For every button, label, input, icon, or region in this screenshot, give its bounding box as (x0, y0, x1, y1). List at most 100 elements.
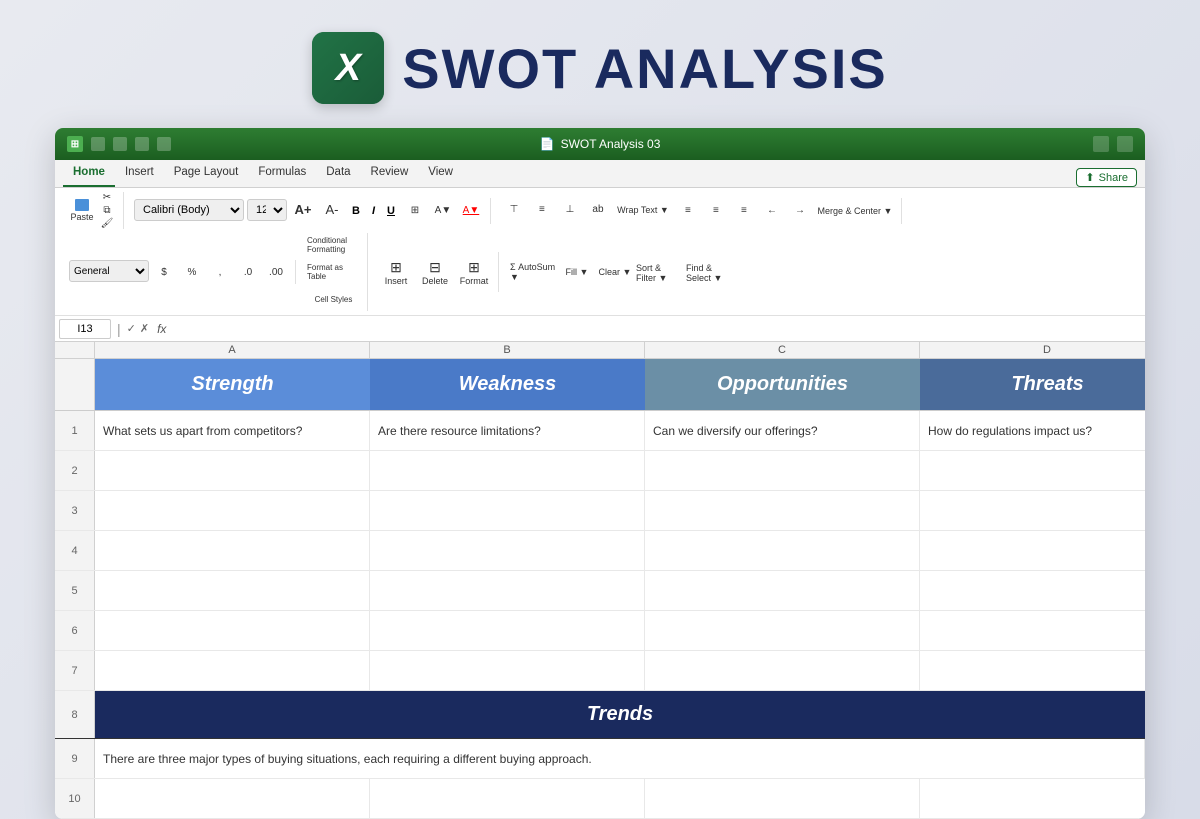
row-10-a[interactable] (95, 779, 370, 818)
cell-d-7[interactable] (920, 651, 1145, 690)
title-bar-title: 📄 SWOT Analysis 03 (540, 137, 661, 151)
cell-b-4[interactable] (370, 531, 645, 570)
row-9: 9 There are three major types of buying … (55, 739, 1145, 779)
currency-button[interactable]: $ (151, 260, 177, 284)
cell-c-3[interactable] (645, 491, 920, 530)
clear-button[interactable]: Clear ▼ (597, 260, 633, 284)
undo-button[interactable] (113, 137, 127, 151)
format-painter-button[interactable]: 🖌 (97, 218, 117, 229)
cell-b-3[interactable] (370, 491, 645, 530)
table-row: 4 (55, 531, 1145, 571)
number-format-select[interactable]: General (69, 260, 149, 282)
tab-review[interactable]: Review (361, 159, 419, 187)
search-button[interactable] (1093, 136, 1109, 152)
cell-d-4[interactable] (920, 531, 1145, 570)
row-10-b[interactable] (370, 779, 645, 818)
align-bottom-button[interactable]: ⊥ (557, 198, 583, 222)
trends-label: Trends (587, 703, 653, 726)
increase-font-button[interactable]: A+ (290, 198, 316, 222)
save-button[interactable] (91, 137, 105, 151)
delete-button[interactable]: ⊟Delete (417, 252, 453, 292)
cell-a-3[interactable] (95, 491, 370, 530)
conditional-formatting-button[interactable]: Conditional Formatting (306, 233, 361, 257)
cell-d-2[interactable] (920, 451, 1145, 490)
redo-button[interactable] (135, 137, 149, 151)
italic-button[interactable]: I (367, 200, 380, 222)
cell-a-5[interactable] (95, 571, 370, 610)
cell-reference-input[interactable] (59, 319, 111, 339)
row-10-d[interactable] (920, 779, 1145, 818)
increase-indent-button[interactable]: → (787, 199, 813, 223)
tab-data[interactable]: Data (316, 159, 360, 187)
cell-b-1[interactable]: Are there resource limitations? (370, 411, 645, 450)
align-center-button[interactable]: ≡ (703, 199, 729, 223)
sort-filter-button[interactable]: Sort & Filter ▼ (635, 261, 683, 285)
comma-button[interactable]: , (207, 260, 233, 284)
cell-d-1[interactable]: How do regulations impact us? (920, 411, 1145, 450)
cell-d-5[interactable] (920, 571, 1145, 610)
merge-center-button[interactable]: Merge & Center ▼ (815, 199, 895, 223)
font-family-select[interactable]: Calibri (Body) (134, 199, 244, 221)
cell-d-6[interactable] (920, 611, 1145, 650)
row-10-c[interactable] (645, 779, 920, 818)
cell-a-2[interactable] (95, 451, 370, 490)
cell-c-1[interactable]: Can we diversify our offerings? (645, 411, 920, 450)
cell-c-5[interactable] (645, 571, 920, 610)
check-icon[interactable]: ✓ (127, 322, 136, 335)
cell-a-6[interactable] (95, 611, 370, 650)
bold-button[interactable]: B (347, 200, 365, 222)
table-row: 7 (55, 651, 1145, 691)
account-button[interactable] (1117, 136, 1133, 152)
format-button[interactable]: ⊞Format (456, 252, 492, 292)
tab-view[interactable]: View (418, 159, 463, 187)
cell-c-7[interactable] (645, 651, 920, 690)
align-left-button[interactable]: ≡ (675, 199, 701, 223)
more-button[interactable] (157, 137, 171, 151)
tab-page-layout[interactable]: Page Layout (164, 159, 249, 187)
formula-input[interactable] (174, 319, 1141, 339)
borders-button[interactable]: ⊞ (402, 199, 428, 223)
format-table-button[interactable]: Format as Table (306, 260, 361, 284)
tab-home[interactable]: Home (63, 159, 115, 187)
cell-styles-button[interactable]: Cell Styles (306, 287, 361, 311)
cell-d-3[interactable] (920, 491, 1145, 530)
decrease-decimal-button[interactable]: .0 (235, 260, 261, 284)
cell-b-2[interactable] (370, 451, 645, 490)
cell-b-7[interactable] (370, 651, 645, 690)
increase-decimal-button[interactable]: .00 (263, 260, 289, 284)
find-select-button[interactable]: Find & Select ▼ (685, 261, 733, 285)
tab-insert[interactable]: Insert (115, 159, 164, 187)
fill-color-button[interactable]: A▼ (430, 199, 456, 223)
formula-separator: | (117, 321, 121, 337)
font-size-select[interactable]: 12 (247, 199, 287, 221)
insert-button[interactable]: ⊞Insert (378, 252, 414, 292)
align-right-button[interactable]: ≡ (731, 199, 757, 223)
decrease-font-button[interactable]: A- (319, 198, 345, 222)
cell-c-2[interactable] (645, 451, 920, 490)
share-button[interactable]: ⬆ Share (1076, 168, 1137, 187)
cut-button[interactable]: ✂ (97, 192, 117, 203)
cell-c-4[interactable] (645, 531, 920, 570)
cell-b-5[interactable] (370, 571, 645, 610)
cell-a-7[interactable] (95, 651, 370, 690)
cell-b-6[interactable] (370, 611, 645, 650)
fill-button[interactable]: Fill ▼ (559, 260, 595, 284)
percent-button[interactable]: % (179, 260, 205, 284)
copy-button[interactable]: ⧉ (97, 205, 117, 216)
underline-button[interactable]: U (382, 200, 400, 222)
paste-button[interactable]: Paste (69, 199, 95, 223)
font-color-button[interactable]: A▼ (458, 199, 484, 223)
tab-formulas[interactable]: Formulas (248, 159, 316, 187)
align-middle-button[interactable]: ≡ (529, 198, 555, 222)
orientation-button[interactable]: ab (585, 198, 611, 222)
wrap-text-button[interactable]: Wrap Text ▼ (613, 198, 673, 222)
strength-header: Strength (95, 359, 370, 410)
cell-a-4[interactable] (95, 531, 370, 570)
autosum-button[interactable]: Σ AutoSum ▼ (509, 260, 557, 284)
cancel-formula-icon[interactable]: ✗ (140, 322, 149, 335)
excel-window: ⊞ 📄 SWOT Analysis 03 Home Insert Page La… (55, 128, 1145, 819)
cell-a-1[interactable]: What sets us apart from competitors? (95, 411, 370, 450)
cell-c-6[interactable] (645, 611, 920, 650)
decrease-indent-button[interactable]: ← (759, 199, 785, 223)
align-top-button[interactable]: ⊤ (501, 198, 527, 222)
